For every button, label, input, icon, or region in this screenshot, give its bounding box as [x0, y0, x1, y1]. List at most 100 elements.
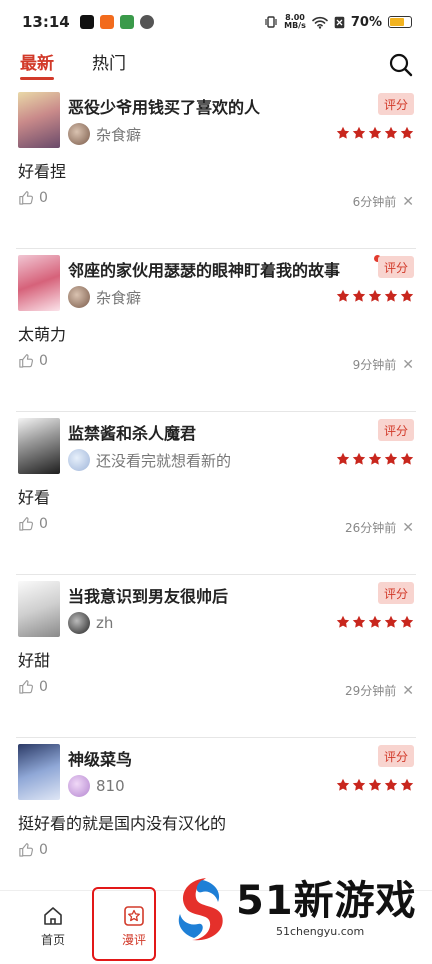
watermark-logo	[178, 878, 223, 941]
review-user[interactable]: 810	[68, 775, 125, 797]
avatar[interactable]	[68, 449, 90, 471]
star-icon	[336, 289, 350, 302]
user-name[interactable]: 杂食癖	[96, 287, 141, 308]
review-user[interactable]: 杂食癖	[68, 286, 141, 308]
review-card[interactable]: 邻座的家伙用瑟瑟的眼神盯着我的故事 评分 杂食癖 太萌力 0 9分钟前 ✕	[16, 249, 416, 412]
star-icon	[368, 126, 382, 139]
comic-title[interactable]: 当我意识到男友很帅后	[68, 583, 228, 607]
tab-popular[interactable]: 热门	[92, 49, 126, 80]
like-button[interactable]: 0	[18, 842, 48, 858]
rating-stars	[336, 615, 414, 629]
star-icon	[352, 778, 366, 791]
review-time: 6分钟前 ✕	[353, 193, 414, 210]
rating-stars	[336, 452, 414, 466]
avatar[interactable]	[68, 775, 90, 797]
thumbs-up-icon	[19, 354, 33, 368]
user-name[interactable]: 还没看完就想看新的	[96, 450, 231, 471]
time-ago-label: 26分钟前	[344, 521, 397, 535]
like-button[interactable]: 0	[18, 516, 48, 532]
review-time: 29分钟前 ✕	[345, 682, 414, 699]
like-count: 0	[39, 516, 48, 532]
status-time: 13:14	[22, 13, 70, 31]
like-count: 0	[39, 190, 48, 206]
star-icon	[352, 289, 366, 302]
nav-home-label: 首页	[40, 933, 65, 947]
rating-stars	[336, 778, 414, 792]
star-icon	[368, 289, 382, 302]
tiktok-icon	[79, 15, 94, 29]
wifi-icon	[312, 16, 328, 29]
no-sim-icon	[334, 16, 345, 28]
star-icon	[400, 778, 414, 791]
tab-latest[interactable]: 最新	[20, 49, 54, 80]
star-icon	[384, 778, 398, 791]
rate-badge[interactable]: 评分	[378, 419, 414, 441]
star-icon	[384, 126, 398, 139]
comic-title[interactable]: 监禁酱和杀人魔君	[68, 420, 196, 444]
rate-badge[interactable]: 评分	[378, 582, 414, 604]
like-count: 0	[39, 842, 48, 858]
comic-cover[interactable]	[18, 744, 60, 800]
star-icon	[400, 452, 414, 465]
close-icon[interactable]: ✕	[402, 357, 414, 373]
app-icon	[119, 15, 134, 29]
status-bar: 13:14 8.00 MB/s 70%	[0, 0, 432, 44]
star-icon	[352, 126, 366, 139]
highlight-annotation	[92, 887, 156, 961]
comic-cover[interactable]	[18, 92, 60, 148]
close-icon[interactable]: ✕	[402, 683, 414, 699]
time-ago-label: 6分钟前	[352, 195, 397, 209]
comic-cover[interactable]	[18, 255, 60, 311]
close-icon[interactable]: ✕	[402, 520, 414, 536]
nav-home[interactable]: 首页	[23, 905, 83, 948]
user-name[interactable]: 810	[96, 777, 125, 795]
like-button[interactable]: 0	[18, 353, 48, 369]
user-name[interactable]: zh	[96, 614, 113, 632]
avatar[interactable]	[68, 123, 90, 145]
review-card[interactable]: 监禁酱和杀人魔君 评分 还没看完就想看新的 好看 0 26分钟前 ✕	[16, 412, 416, 575]
comic-title[interactable]: 邻座的家伙用瑟瑟的眼神盯着我的故事	[68, 257, 340, 281]
star-icon	[384, 615, 398, 628]
star-icon	[400, 126, 414, 139]
review-comment: 挺好看的就是国内没有汉化的	[18, 814, 227, 833]
close-icon[interactable]: ✕	[402, 194, 414, 210]
review-comment: 好看捏	[18, 162, 67, 181]
star-icon	[368, 778, 382, 791]
star-icon	[384, 452, 398, 465]
avatar[interactable]	[68, 612, 90, 634]
time-ago-label: 29分钟前	[344, 684, 397, 698]
like-button[interactable]: 0	[18, 679, 48, 695]
star-icon	[352, 615, 366, 628]
thumbs-up-icon	[19, 517, 33, 531]
rate-badge[interactable]: 评分	[378, 93, 414, 115]
review-list: 恶役少爷用钱买了喜欢的人 评分 杂食癖 好看捏 0 6分钟前 ✕ 邻座的家伙用瑟瑟…	[0, 86, 432, 901]
avatar[interactable]	[68, 286, 90, 308]
star-icon	[368, 615, 382, 628]
wechat-icon	[139, 15, 154, 29]
review-comment: 好甜	[18, 651, 51, 670]
star-icon	[400, 289, 414, 302]
like-button[interactable]: 0	[18, 190, 48, 206]
net-speed: 8.00 MB/s	[284, 14, 306, 30]
review-user[interactable]: 还没看完就想看新的	[68, 449, 231, 471]
comic-cover[interactable]	[18, 581, 60, 637]
star-icon	[368, 452, 382, 465]
taobao-icon	[99, 15, 114, 29]
home-icon	[44, 907, 62, 925]
watermark-text: 51新游戏	[236, 877, 417, 924]
review-user[interactable]: 杂食癖	[68, 123, 141, 145]
comic-title[interactable]: 神级菜鸟	[68, 746, 132, 770]
review-card[interactable]: 恶役少爷用钱买了喜欢的人 评分 杂食癖 好看捏 0 6分钟前 ✕	[16, 86, 416, 249]
rate-badge[interactable]: 评分	[378, 745, 414, 767]
review-user[interactable]: zh	[68, 612, 113, 634]
search-icon[interactable]	[388, 52, 414, 78]
rate-badge[interactable]: 评分	[378, 256, 414, 278]
vibrate-icon	[265, 16, 277, 28]
comic-cover[interactable]	[18, 418, 60, 474]
comic-title[interactable]: 恶役少爷用钱买了喜欢的人	[68, 94, 260, 118]
user-name[interactable]: 杂食癖	[96, 124, 141, 145]
battery-percent: 70%	[350, 14, 382, 30]
review-card[interactable]: 当我意识到男友很帅后 评分 zh 好甜 0 29分钟前 ✕	[16, 575, 416, 738]
star-icon	[336, 778, 350, 791]
watermark-url: 51chengyu.com	[276, 924, 365, 938]
